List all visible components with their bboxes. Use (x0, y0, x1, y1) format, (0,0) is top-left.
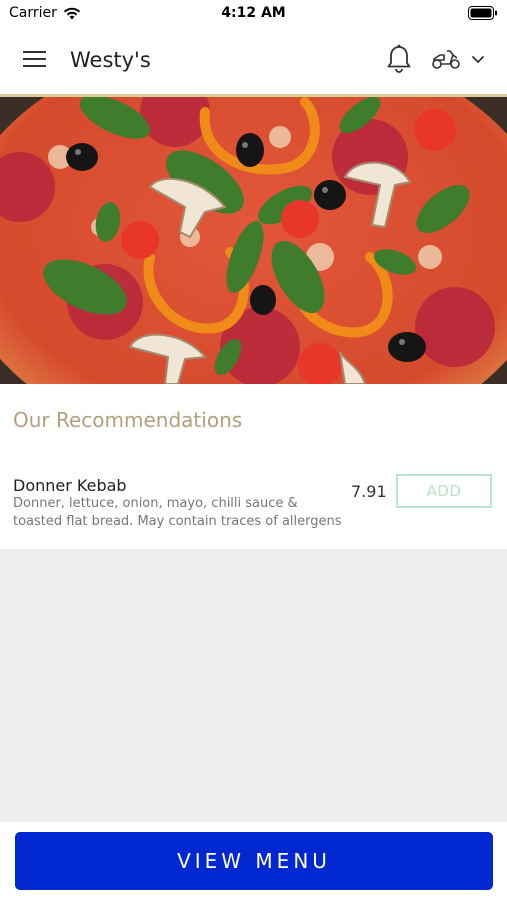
recommendations-section: Our Recommendations Donner Kebab Donner,… (0, 384, 507, 549)
status-bar: Carrier 4:12 AM (0, 0, 507, 26)
app-header: Westy's (0, 26, 507, 97)
add-to-cart-button[interactable]: ADD (396, 474, 492, 508)
status-time: 4:12 AM (221, 5, 286, 21)
item-name[interactable]: Donner Kebab (13, 476, 127, 495)
notification-bell-icon[interactable] (386, 44, 412, 79)
hamburger-menu-icon[interactable] (22, 48, 48, 70)
store-title: Westy's (70, 48, 151, 72)
footer-bar: VIEW MENU (0, 822, 507, 900)
item-price: 7.91 (351, 482, 387, 501)
delivery-mode-selector[interactable] (431, 48, 485, 70)
chevron-down-icon (472, 56, 484, 64)
battery-icon (468, 6, 497, 20)
view-menu-button[interactable]: VIEW MENU (15, 832, 493, 890)
scooter-icon (432, 50, 460, 69)
recommendations-title: Our Recommendations (13, 408, 243, 432)
hero-pizza-image (0, 97, 507, 384)
item-description: Donner, lettuce, onion, mayo, chilli sau… (13, 496, 342, 529)
